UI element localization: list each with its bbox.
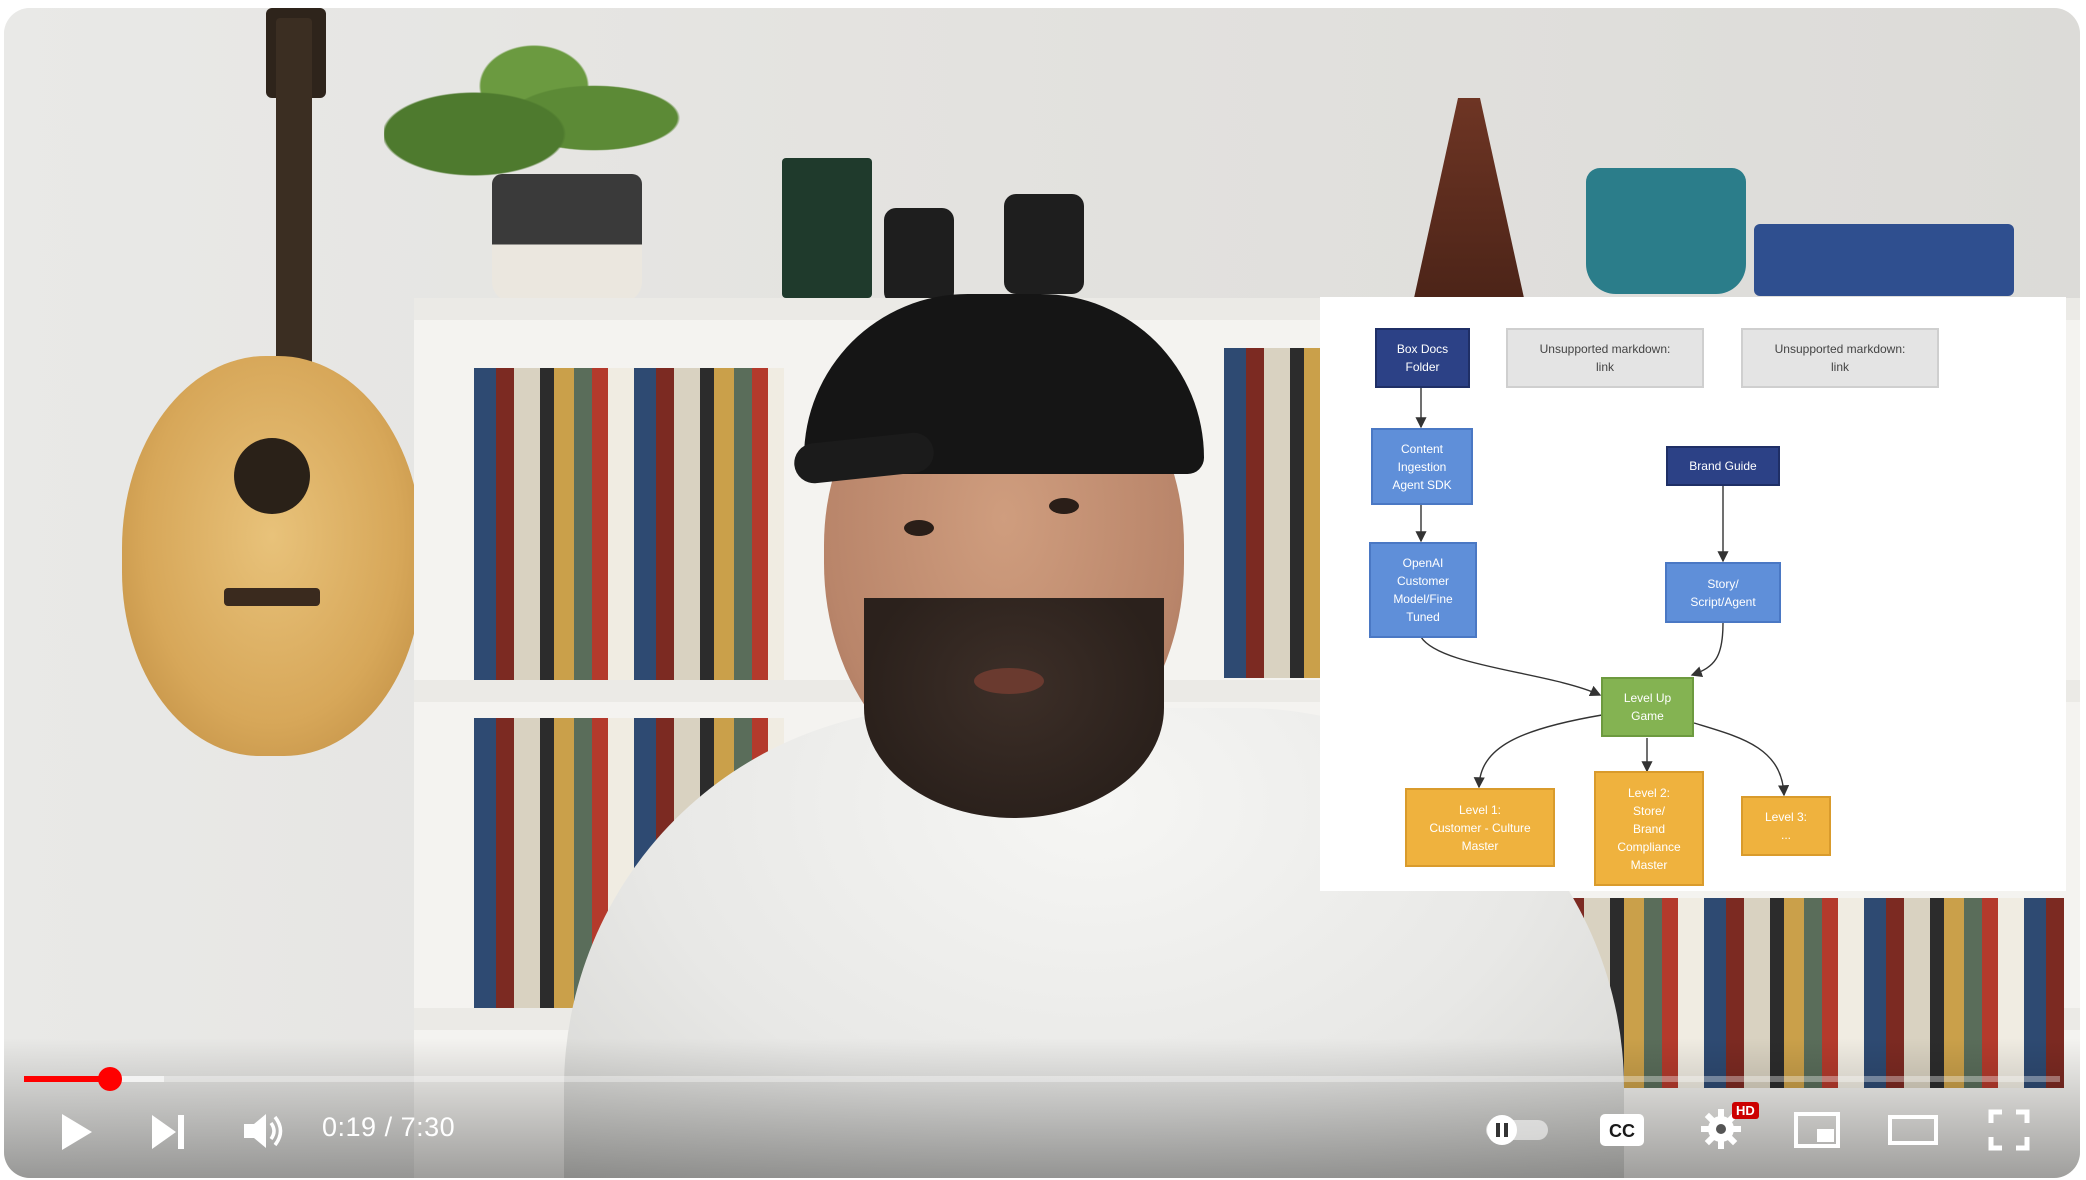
fullscreen-icon xyxy=(1988,1109,2030,1151)
plant-pot xyxy=(492,174,642,302)
node-story-script-agent: Story/ Script/Agent xyxy=(1665,562,1781,623)
time-display: 0:19 / 7:30 xyxy=(322,1112,455,1143)
captions-icon: CC xyxy=(1600,1114,1644,1146)
fullscreen-button[interactable] xyxy=(1986,1108,2032,1152)
play-button[interactable] xyxy=(52,1108,100,1156)
theater-icon xyxy=(1888,1115,1938,1145)
miniplayer-button[interactable] xyxy=(1792,1110,1842,1150)
person-eye xyxy=(904,520,934,536)
progress-scrubber[interactable] xyxy=(97,1067,122,1091)
node-unsupported-link-2: Unsupported markdown: link xyxy=(1741,328,1939,388)
flow-diagram: Box Docs Folder Unsupported markdown: li… xyxy=(1320,297,2066,891)
next-button[interactable] xyxy=(144,1108,192,1156)
autoplay-toggle-icon xyxy=(1486,1115,1548,1145)
progress-bar[interactable] xyxy=(24,1067,2060,1091)
hd-badge: HD xyxy=(1732,1102,1759,1119)
current-time: 0:19 xyxy=(322,1112,377,1142)
books xyxy=(474,368,784,680)
node-brand-guide: Brand Guide xyxy=(1666,446,1780,486)
node-unsupported-link-1: Unsupported markdown: link xyxy=(1506,328,1704,388)
edge-levelup-level3 xyxy=(1693,722,1790,797)
next-icon xyxy=(152,1115,184,1149)
volume-button[interactable] xyxy=(238,1106,288,1156)
captions-button[interactable]: CC xyxy=(1598,1110,1646,1150)
duration: 7:30 xyxy=(400,1112,456,1142)
node-box-docs-folder: Box Docs Folder xyxy=(1375,328,1470,388)
player-controls xyxy=(4,1038,2080,1178)
progress-played xyxy=(24,1076,110,1082)
books xyxy=(1224,348,1324,678)
guitar-bridge xyxy=(224,588,320,606)
person-mouth xyxy=(974,668,1044,694)
node-level-1: Level 1: Customer - Culture Master xyxy=(1405,788,1555,867)
node-openai-model: OpenAI Customer Model/Fine Tuned xyxy=(1369,542,1477,638)
blue-case xyxy=(1754,224,2014,296)
time-separator: / xyxy=(376,1112,401,1142)
video-player[interactable]: Box Docs Folder Unsupported markdown: li… xyxy=(4,8,2080,1178)
volume-icon xyxy=(244,1114,283,1148)
node-level-up-game: Level Up Game xyxy=(1601,677,1694,737)
person-eye xyxy=(1049,498,1079,514)
miniplayer-icon xyxy=(1794,1112,1840,1148)
play-icon xyxy=(62,1114,92,1150)
edge-openai-levelup xyxy=(1420,636,1602,697)
edge-story-levelup xyxy=(1690,622,1724,678)
svg-text:CC: CC xyxy=(1609,1121,1635,1141)
theater-mode-button[interactable] xyxy=(1886,1112,1940,1148)
autoplay-toggle[interactable] xyxy=(1484,1114,1550,1146)
person-beard xyxy=(864,598,1164,818)
node-level-3: Level 3: ... xyxy=(1741,796,1831,856)
teal-pot xyxy=(1586,168,1746,294)
guitar-body xyxy=(122,356,422,756)
node-level-2: Level 2: Store/ Brand Compliance Master xyxy=(1594,771,1704,886)
guitar-soundhole xyxy=(234,438,310,514)
green-books xyxy=(782,158,872,298)
edge-levelup-level1 xyxy=(1473,714,1603,789)
camera-lens xyxy=(884,208,954,304)
node-content-ingestion: Content Ingestion Agent SDK xyxy=(1371,428,1473,505)
camera-lens xyxy=(1004,194,1084,294)
